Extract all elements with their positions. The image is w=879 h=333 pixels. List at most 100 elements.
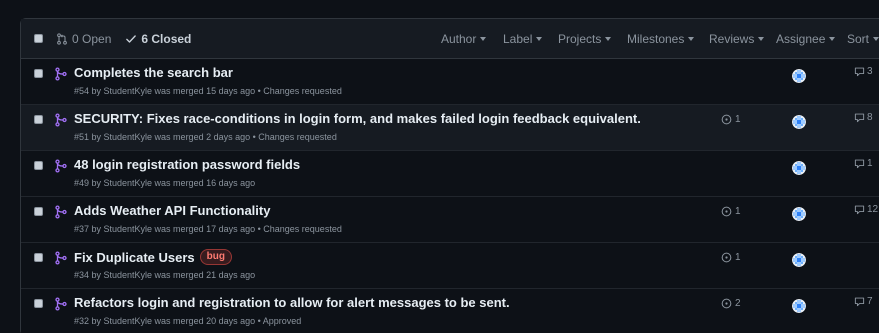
review-dot-icon — [721, 114, 732, 125]
projects-filter-label: Projects — [558, 31, 602, 46]
caret-down-icon — [536, 36, 543, 41]
avatar-icon — [792, 161, 806, 175]
merged-icon — [55, 67, 67, 81]
review-count: 2 — [735, 298, 741, 309]
avatar-icon — [792, 69, 806, 83]
pull-request-list: 0 Open 6 Closed Author Label Projects Miles… — [20, 18, 879, 333]
pull-request-row[interactable]: Refactors login and registration to allo… — [21, 289, 879, 333]
pull-request-title-link[interactable]: Refactors login and registration to allo… — [74, 295, 510, 310]
pull-request-title-link[interactable]: Adds Weather API Functionality — [74, 203, 270, 218]
avatar-icon — [792, 207, 806, 221]
assignee-avatar[interactable] — [792, 253, 806, 267]
pull-request-title-link[interactable]: SECURITY: Fixes race-conditions in login… — [74, 111, 641, 126]
pull-request-rows: Completes the search bar #54 by StudentKy… — [21, 59, 879, 333]
title-line: Completes the search bar — [74, 65, 233, 80]
reviews-filter-label: Reviews — [709, 31, 755, 46]
pull-request-title-link[interactable]: Fix Duplicate Users — [74, 250, 195, 265]
pull-request-meta: #32 by StudentKyle was merged 20 days ag… — [74, 316, 302, 326]
merged-icon — [55, 159, 67, 173]
comment-count-link[interactable]: 8 — [854, 112, 873, 123]
title-line: Adds Weather API Functionality — [74, 203, 270, 218]
pull-request-row[interactable]: Fix Duplicate Users bug #34 by StudentKyle… — [21, 243, 879, 289]
review-dot-icon — [721, 206, 732, 217]
merged-icon — [55, 113, 67, 127]
row-checkbox[interactable] — [34, 161, 43, 170]
assignee-filter-dropdown[interactable]: Assignee — [776, 19, 836, 58]
label-filter-label: Label — [503, 31, 533, 46]
pull-request-meta: #37 by StudentKyle was merged 17 days ag… — [74, 224, 342, 234]
assignee-avatar[interactable] — [792, 69, 806, 83]
pull-request-row[interactable]: Adds Weather API Functionality #37 by Stu… — [21, 197, 879, 243]
pull-requests-page: 0 Open 6 Closed Author Label Projects Miles… — [0, 0, 879, 333]
comment-icon — [854, 205, 865, 215]
caret-down-icon — [873, 36, 879, 41]
comment-icon — [854, 113, 865, 123]
author-filter-dropdown[interactable]: Author — [441, 19, 487, 58]
avatar-icon — [792, 253, 806, 267]
pull-request-row[interactable]: 48 login registration password fields #49… — [21, 151, 879, 197]
row-checkbox[interactable] — [34, 207, 43, 216]
pull-request-row[interactable]: Completes the search bar #54 by StudentKy… — [21, 59, 879, 105]
merged-icon — [55, 251, 67, 265]
review-status[interactable]: 1 — [721, 206, 741, 217]
review-dot-icon — [721, 252, 732, 263]
projects-filter-dropdown[interactable]: Projects — [558, 19, 612, 58]
row-checkbox[interactable] — [34, 299, 43, 308]
title-line: 48 login registration password fields — [74, 157, 300, 172]
avatar-icon — [792, 115, 806, 129]
review-status[interactable]: 1 — [721, 114, 741, 125]
review-count: 1 — [735, 114, 741, 125]
title-line: SECURITY: Fixes race-conditions in login… — [74, 111, 641, 126]
review-count: 1 — [735, 252, 741, 263]
row-checkbox[interactable] — [34, 69, 43, 78]
assignee-avatar[interactable] — [792, 161, 806, 175]
comment-count-link[interactable]: 12 — [854, 204, 878, 215]
assignee-filter-label: Assignee — [776, 31, 826, 46]
review-count: 1 — [735, 206, 741, 217]
comment-count: 3 — [867, 66, 873, 77]
comment-count-link[interactable]: 3 — [854, 66, 873, 77]
row-checkbox[interactable] — [34, 115, 43, 124]
title-line: Refactors login and registration to allo… — [74, 295, 510, 310]
caret-down-icon — [829, 36, 836, 41]
pull-request-title-link[interactable]: 48 login registration password fields — [74, 157, 300, 172]
list-header: 0 Open 6 Closed Author Label Projects Miles… — [21, 19, 879, 59]
assignee-avatar[interactable] — [792, 115, 806, 129]
caret-down-icon — [758, 36, 765, 41]
comment-count-link[interactable]: 7 — [854, 296, 873, 307]
comment-count-link[interactable]: 1 — [854, 158, 873, 169]
review-dot-icon — [721, 298, 732, 309]
merged-icon — [55, 205, 67, 219]
row-checkbox[interactable] — [34, 253, 43, 262]
comment-icon — [854, 159, 865, 169]
pull-request-row[interactable]: SECURITY: Fixes race-conditions in login… — [21, 105, 879, 151]
milestones-filter-label: Milestones — [627, 31, 685, 46]
sort-filter-dropdown[interactable]: Sort — [847, 19, 879, 58]
comment-count: 12 — [867, 204, 879, 215]
reviews-filter-dropdown[interactable]: Reviews — [709, 19, 765, 58]
pull-request-title-link[interactable]: Completes the search bar — [74, 65, 233, 80]
avatar-icon — [792, 299, 806, 313]
filter-bar: Author Label Projects Milestones Reviews Assi… — [21, 19, 879, 58]
review-status[interactable]: 2 — [721, 298, 741, 309]
bug-label[interactable]: bug — [199, 249, 232, 265]
assignee-avatar[interactable] — [792, 207, 806, 221]
author-filter-label: Author — [441, 31, 477, 46]
label-filter-dropdown[interactable]: Label — [503, 19, 543, 58]
comment-icon — [854, 67, 865, 77]
title-line: Fix Duplicate Users bug — [74, 249, 232, 265]
merged-icon — [55, 297, 67, 311]
assignee-avatar[interactable] — [792, 299, 806, 313]
comment-icon — [854, 297, 865, 307]
caret-down-icon — [480, 36, 487, 41]
review-status[interactable]: 1 — [721, 252, 741, 263]
comment-count: 7 — [867, 296, 873, 307]
caret-down-icon — [688, 36, 695, 41]
pull-request-meta: #49 by StudentKyle was merged 16 days ag… — [74, 178, 256, 188]
pull-request-meta: #54 by StudentKyle was merged 15 days ag… — [74, 86, 342, 96]
caret-down-icon — [605, 36, 612, 41]
comment-count: 1 — [867, 158, 873, 169]
sort-filter-label: Sort — [847, 31, 870, 46]
pull-request-meta: #34 by StudentKyle was merged 21 days ag… — [74, 270, 256, 280]
milestones-filter-dropdown[interactable]: Milestones — [627, 19, 695, 58]
